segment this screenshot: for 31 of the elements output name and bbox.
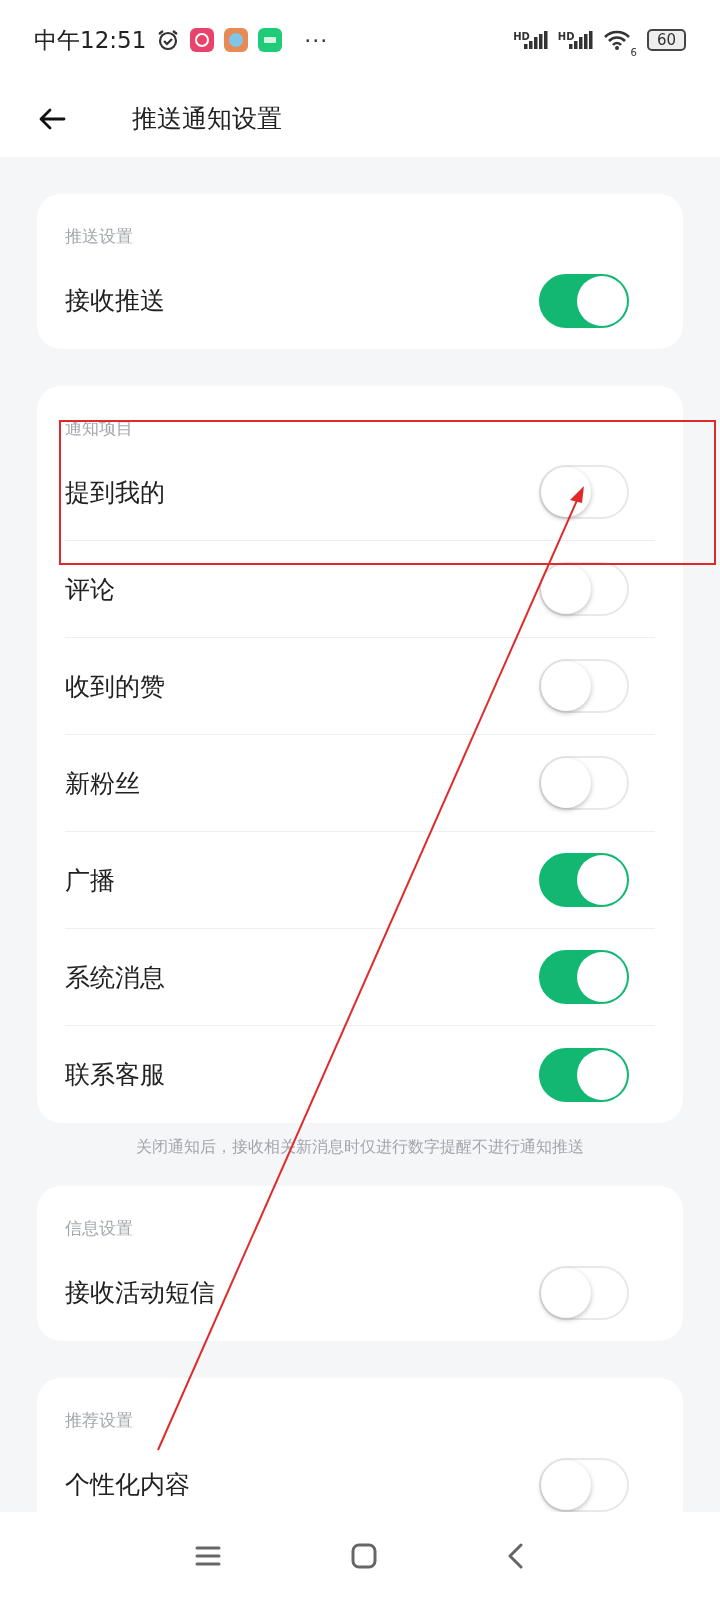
app-icon	[224, 28, 249, 52]
setting-label: 个性化内容	[65, 1469, 190, 1501]
home-icon[interactable]	[350, 1542, 378, 1570]
setting-label: 接收活动短信	[65, 1277, 215, 1309]
toggle-switch[interactable]	[539, 950, 629, 1004]
network-label: HD	[513, 31, 530, 42]
toggle-switch[interactable]	[539, 1047, 629, 1102]
setting-label: 收到的赞	[65, 670, 165, 703]
setting-label: 新粉丝	[65, 767, 140, 800]
setting-label: 接收推送	[65, 285, 165, 317]
setting-label: 评论	[65, 573, 115, 606]
toggle-switch[interactable]	[539, 853, 629, 907]
back-arrow-icon[interactable]	[38, 106, 66, 131]
more-notifications: ···	[304, 27, 329, 53]
toggle-switch[interactable]	[539, 273, 629, 328]
app-icon	[258, 28, 283, 52]
network-label: HD	[557, 31, 575, 42]
battery-indicator: 60	[646, 29, 686, 51]
page-title: 推送通知设置	[132, 103, 282, 135]
app-icon	[190, 28, 215, 52]
setting-label: 提到我的	[65, 476, 165, 509]
setting-label: 系统消息	[65, 961, 165, 994]
setting-label: 联系客服	[65, 1059, 165, 1091]
section-title: 推荐设置	[65, 1409, 134, 1432]
section-title: 信息设置	[65, 1217, 134, 1240]
status-time: 中午12:51	[34, 25, 147, 55]
section-title: 推送设置	[65, 225, 134, 248]
setting-label: 广播	[65, 864, 115, 897]
wifi-label: 6	[630, 47, 637, 58]
wifi-icon	[602, 29, 631, 51]
menu-icon[interactable]	[194, 1544, 222, 1568]
